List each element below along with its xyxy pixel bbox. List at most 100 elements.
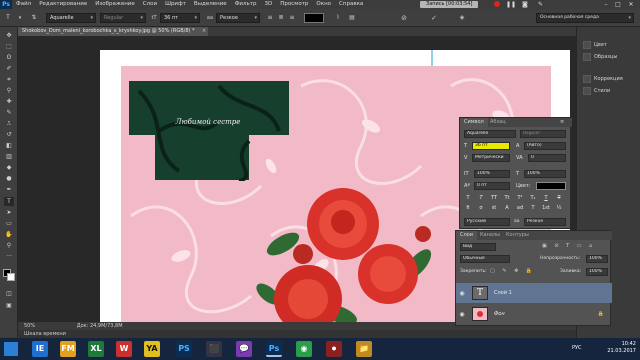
crop-tool-icon[interactable]: ⌗ — [4, 75, 14, 84]
char-font-style[interactable]: Regular — [520, 130, 566, 138]
start-button-icon[interactable] — [4, 342, 18, 356]
visibility-eye-icon[interactable]: ◉ — [456, 311, 468, 318]
fractions-button[interactable]: ½ — [555, 205, 563, 212]
ordinals-button[interactable]: 1st — [542, 205, 550, 212]
filter-icons[interactable]: ▣ ⊘ T ▭ ⌂ — [542, 243, 595, 249]
type-tool-icon[interactable]: T — [4, 14, 12, 22]
tab-character[interactable]: Символ — [460, 118, 488, 127]
quick-mask-icon[interactable]: ◫ — [4, 289, 14, 298]
dock-item-color[interactable]: Цвет — [583, 39, 639, 50]
titling-alt-button[interactable]: T — [529, 205, 537, 212]
faux-bold-button[interactable]: T — [464, 195, 472, 202]
lasso-tool-icon[interactable]: ʘ — [4, 53, 14, 62]
font-family-select[interactable]: Aquarelle — [46, 13, 96, 23]
menu-file[interactable]: Файл — [12, 0, 35, 9]
zoom-level[interactable]: 50% — [18, 323, 35, 329]
taskbar-app-folder[interactable]: 📁 — [356, 341, 372, 357]
menu-view[interactable]: Просмотр — [276, 0, 312, 9]
char-kerning[interactable]: Метрически — [472, 154, 510, 162]
minimize-button[interactable]: – — [600, 1, 612, 8]
all-caps-button[interactable]: TT — [490, 195, 498, 202]
font-style-select[interactable]: Regular — [100, 13, 146, 23]
quick-select-tool-icon[interactable]: ✐ — [4, 64, 14, 73]
char-baseline[interactable]: 0 пт — [474, 182, 510, 190]
history-brush-tool-icon[interactable]: ↺ — [4, 130, 14, 139]
marquee-tool-icon[interactable]: ⬚ — [4, 42, 14, 51]
taskbar-app-messenger[interactable]: 💬 — [236, 341, 252, 357]
tool-preset-chevron-icon[interactable]: ▾ — [16, 14, 24, 22]
zoom-tool-icon[interactable]: ⚲ — [4, 241, 14, 250]
stylistic-alt-button[interactable]: ad — [516, 205, 524, 212]
menu-select[interactable]: Выделение — [190, 0, 231, 9]
subscript-button[interactable]: T₁ — [529, 195, 537, 202]
dock-item-swatches[interactable]: Образцы — [583, 51, 639, 62]
taskbar-app-photoshop[interactable]: PS — [176, 341, 192, 357]
underline-button[interactable]: T — [542, 195, 550, 202]
taskbar-app-ie[interactable]: IE — [32, 341, 48, 357]
dock-item-adjustments[interactable]: Коррекция — [583, 73, 639, 84]
align-left-icon[interactable]: ≡ — [266, 14, 274, 22]
3d-icon[interactable]: ◈ — [458, 14, 466, 22]
close-button[interactable]: ✕ — [625, 1, 637, 8]
blend-mode-select[interactable]: Обычные — [460, 255, 510, 263]
pen-tool-icon[interactable]: ✒ — [4, 185, 14, 194]
eraser-tool-icon[interactable]: ◧ — [4, 141, 14, 150]
language-indicator[interactable]: РУС — [572, 345, 582, 351]
lock-icons[interactable]: ▢ ✎ ✥ 🔒 — [490, 268, 535, 274]
char-color-swatch[interactable] — [536, 182, 566, 190]
ligatures-button[interactable]: fi — [464, 205, 472, 212]
taskbar-app-explorer[interactable]: FM — [60, 341, 76, 357]
gradient-tool-icon[interactable]: ▥ — [4, 152, 14, 161]
layer-row[interactable]: ◉ T Слой 1 — [456, 283, 612, 303]
contextual-alt-button[interactable]: σ — [477, 205, 485, 212]
record-dot-icon[interactable] — [494, 1, 500, 7]
taskbar-app-word[interactable]: W — [116, 341, 132, 357]
char-leading[interactable]: (Авто) — [524, 142, 566, 150]
tab-layers[interactable]: Слои — [456, 231, 477, 240]
align-center-icon[interactable]: ≣ — [277, 14, 285, 22]
dodge-tool-icon[interactable]: ● — [4, 174, 14, 183]
blur-tool-icon[interactable]: ◆ — [4, 163, 14, 172]
label-text[interactable]: Любимой сестре — [168, 118, 248, 127]
discretionary-lig-button[interactable]: st — [490, 205, 498, 212]
text-color-swatch[interactable] — [304, 13, 324, 23]
layer-filter-select[interactable]: Вид — [460, 243, 496, 251]
system-clock[interactable]: 10:42 21.03.2017 — [607, 341, 636, 355]
antialias-select[interactable]: Резкое — [216, 13, 260, 23]
char-antialias[interactable]: Резкое — [524, 218, 566, 226]
menu-image[interactable]: Изображение — [91, 0, 139, 9]
eyedropper-tool-icon[interactable]: ⚲ — [4, 86, 14, 95]
toggle-panels-icon[interactable]: ▤ — [348, 14, 356, 22]
char-font-size[interactable]: 36 пт — [472, 142, 510, 150]
close-tab-icon[interactable]: × — [202, 27, 206, 36]
menu-filter[interactable]: Фильтр — [231, 0, 261, 9]
taskbar-app-window[interactable]: ⬛ — [206, 341, 222, 357]
background-color-swatch[interactable] — [7, 273, 15, 281]
tab-paragraph[interactable]: Абзац — [486, 118, 510, 127]
menu-edit[interactable]: Редактирование — [35, 0, 91, 9]
taskbar-app-excel[interactable]: XL — [88, 341, 104, 357]
opacity-field[interactable]: 100% — [586, 255, 608, 263]
text-orientation-icon[interactable]: ⇅ — [30, 14, 38, 22]
strikethrough-button[interactable]: T — [555, 195, 563, 202]
screen-mode-icon[interactable]: ▣ — [4, 301, 14, 310]
menu-window[interactable]: Окно — [312, 0, 335, 9]
camera-icon[interactable]: ◙ — [522, 1, 528, 8]
layer-name[interactable]: Фон — [494, 311, 505, 317]
layer-name[interactable]: Слой 1 — [494, 290, 512, 296]
font-size-select[interactable]: 36 пт — [160, 13, 200, 23]
visibility-eye-icon[interactable]: ◉ — [456, 290, 468, 297]
taskbar-app-photoshop-active[interactable]: Ps — [266, 341, 282, 357]
panel-menu-icon[interactable]: ≡ — [560, 118, 564, 127]
layer-row[interactable]: ◉ Фон 🔒 — [456, 304, 612, 324]
align-right-icon[interactable]: ≡ — [288, 14, 296, 22]
healing-tool-icon[interactable]: ✚ — [4, 97, 14, 106]
more-tools-icon[interactable]: ··· — [4, 252, 14, 261]
swash-button[interactable]: A — [503, 205, 511, 212]
char-language[interactable]: Русский — [464, 218, 510, 226]
brush-tool-icon[interactable]: ✎ — [4, 108, 14, 117]
type-tool-icon[interactable]: T — [4, 197, 14, 206]
char-font-family[interactable]: Aquarelle — [464, 130, 516, 138]
tab-paths[interactable]: Контуры — [502, 231, 533, 240]
taskbar-app-browser[interactable]: YA — [144, 341, 160, 357]
